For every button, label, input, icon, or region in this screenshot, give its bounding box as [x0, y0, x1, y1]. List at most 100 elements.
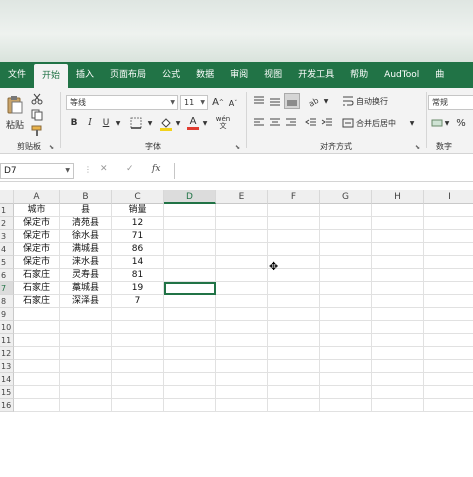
cell[interactable] — [164, 230, 216, 243]
currency-icon[interactable] — [430, 116, 444, 130]
chevron-down-icon[interactable]: ▼ — [444, 116, 450, 130]
cell[interactable] — [372, 373, 424, 386]
cell[interactable] — [164, 373, 216, 386]
cell[interactable] — [320, 269, 372, 282]
cell[interactable] — [320, 204, 372, 217]
row-header[interactable]: 13 — [0, 360, 14, 373]
cell[interactable]: 城市 — [14, 204, 60, 217]
cell[interactable] — [372, 217, 424, 230]
paste-button[interactable]: 粘贴 — [3, 118, 27, 131]
cell[interactable] — [424, 269, 473, 282]
cell[interactable] — [320, 360, 372, 373]
cell[interactable] — [424, 282, 473, 295]
column-header[interactable]: G — [320, 190, 372, 204]
cell[interactable] — [112, 373, 164, 386]
cell[interactable] — [60, 321, 112, 334]
cell[interactable] — [424, 295, 473, 308]
font-color-button[interactable]: A — [186, 115, 200, 131]
borders-icon[interactable] — [128, 116, 144, 130]
cell[interactable]: 藁城县 — [60, 282, 112, 295]
cell[interactable] — [320, 282, 372, 295]
cell[interactable] — [164, 399, 216, 412]
cell[interactable]: 徐水县 — [60, 230, 112, 243]
cell[interactable]: 涞水县 — [60, 256, 112, 269]
column-header[interactable]: I — [424, 190, 473, 204]
cell[interactable]: 保定市 — [14, 243, 60, 256]
cancel-icon[interactable]: ✕ — [100, 164, 108, 174]
cell[interactable] — [320, 217, 372, 230]
cell[interactable]: 保定市 — [14, 256, 60, 269]
chevron-down-icon[interactable]: ▼ — [201, 116, 209, 130]
decrease-indent-icon[interactable] — [304, 116, 318, 130]
cell[interactable]: 81 — [112, 269, 164, 282]
increase-indent-icon[interactable] — [320, 116, 334, 130]
font-size-select[interactable]: 11 ▼ — [180, 95, 208, 110]
merge-center-button[interactable]: 合并后居中 — [356, 116, 408, 130]
cell[interactable] — [424, 230, 473, 243]
insert-function-icon[interactable]: fx — [152, 164, 160, 174]
grow-font-button[interactable]: A ^ — [212, 95, 224, 110]
cell[interactable]: 清苑县 — [60, 217, 112, 230]
wrap-text-icon[interactable] — [342, 94, 354, 108]
ribbon-tab[interactable]: 审阅 — [222, 62, 256, 88]
cell[interactable] — [424, 399, 473, 412]
font-launcher-icon[interactable]: ⬊ — [235, 144, 240, 151]
cell[interactable] — [164, 256, 216, 269]
ribbon-tab[interactable]: 开始 — [34, 64, 69, 88]
scissors-icon[interactable] — [30, 92, 44, 106]
cell[interactable] — [424, 386, 473, 399]
align-right-icon[interactable] — [284, 116, 298, 130]
cell[interactable] — [112, 321, 164, 334]
cell[interactable] — [372, 360, 424, 373]
column-header[interactable]: D — [164, 190, 216, 204]
cell[interactable] — [164, 308, 216, 321]
cell[interactable] — [424, 347, 473, 360]
cell[interactable] — [216, 321, 268, 334]
cell[interactable] — [14, 347, 60, 360]
cell[interactable]: 14 — [112, 256, 164, 269]
cell[interactable] — [424, 373, 473, 386]
bold-button[interactable]: B — [68, 116, 80, 130]
chevron-down-icon[interactable]: ▼ — [322, 94, 330, 108]
column-header[interactable]: F — [268, 190, 320, 204]
name-box[interactable]: D7 ▼ — [0, 163, 74, 179]
formula-input[interactable] — [174, 163, 473, 179]
row-header[interactable]: 5 — [0, 256, 14, 269]
cell[interactable] — [216, 256, 268, 269]
cell[interactable] — [268, 399, 320, 412]
cell[interactable] — [60, 386, 112, 399]
cell[interactable] — [216, 347, 268, 360]
cell[interactable] — [164, 334, 216, 347]
cell[interactable] — [216, 399, 268, 412]
chevron-down-icon[interactable]: ▼ — [174, 116, 182, 130]
cell[interactable]: 销量 — [112, 204, 164, 217]
row-header[interactable]: 6 — [0, 269, 14, 282]
italic-button[interactable]: I — [84, 116, 96, 130]
cell[interactable] — [164, 243, 216, 256]
row-header[interactable]: 8 — [0, 295, 14, 308]
cell[interactable] — [372, 269, 424, 282]
cell[interactable] — [320, 230, 372, 243]
cell[interactable] — [60, 334, 112, 347]
cell[interactable] — [372, 399, 424, 412]
ribbon-tab[interactable]: 开发工具 — [290, 62, 342, 88]
cell[interactable] — [164, 295, 216, 308]
cell[interactable] — [164, 217, 216, 230]
cell[interactable] — [14, 334, 60, 347]
cell[interactable] — [216, 295, 268, 308]
cell[interactable] — [372, 308, 424, 321]
ribbon-tab[interactable]: 视图 — [256, 62, 290, 88]
ribbon-tab[interactable]: 公式 — [154, 62, 188, 88]
cell[interactable] — [216, 373, 268, 386]
cell[interactable] — [216, 243, 268, 256]
cell[interactable] — [14, 321, 60, 334]
cell[interactable] — [320, 347, 372, 360]
row-header[interactable]: 7 — [0, 282, 14, 295]
cell[interactable] — [372, 386, 424, 399]
fill-color-icon[interactable] — [158, 115, 174, 131]
cell[interactable] — [372, 204, 424, 217]
cell[interactable] — [268, 217, 320, 230]
chevron-down-icon[interactable]: ▼ — [146, 116, 154, 130]
cell[interactable] — [268, 373, 320, 386]
cell[interactable] — [14, 360, 60, 373]
